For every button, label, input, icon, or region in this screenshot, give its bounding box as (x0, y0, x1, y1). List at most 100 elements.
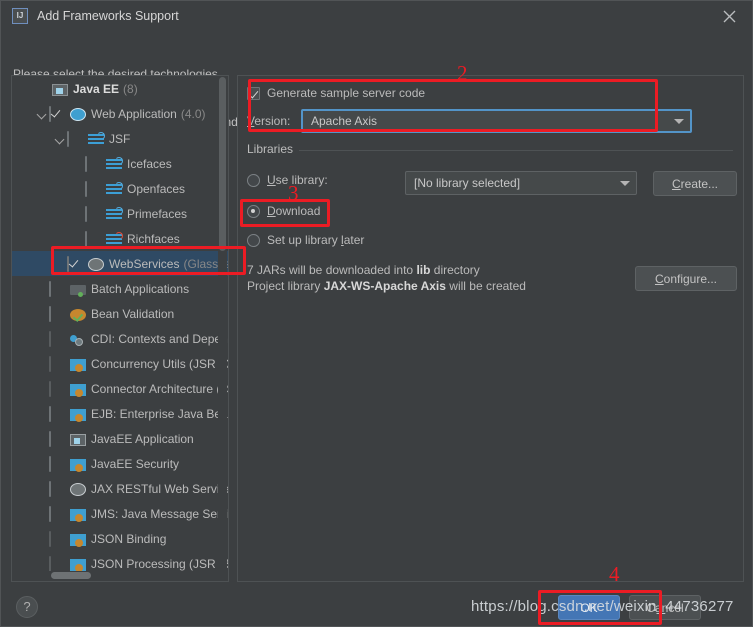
tree-item-javaee-application[interactable]: JavaEE Application (12, 426, 228, 451)
tree-checkbox[interactable] (49, 580, 51, 581)
tree-item-label: JAX RESTful Web Services (91, 481, 228, 496)
tree-item-jms-java-message-servic[interactable]: JMS: Java Message Servic (12, 501, 228, 526)
jsf-icon (106, 156, 123, 171)
tree-arrow-spacer (36, 507, 49, 520)
tree-item-primefaces[interactable]: Primefaces (12, 201, 228, 226)
tree-item-label: Batch Applications (91, 281, 190, 296)
tree-arrow-spacer (36, 432, 49, 445)
tree-arrow-spacer (72, 207, 85, 220)
tree-item-richfaces[interactable]: Richfaces (12, 226, 228, 251)
javaee-module-icon (52, 83, 68, 96)
tree-checkbox[interactable] (49, 355, 51, 372)
library-select-combobox[interactable]: [No library selected] (405, 171, 637, 195)
tree-arrow-spacer (36, 557, 49, 570)
tree-item-ejb-enterprise-java-bean[interactable]: EJB: Enterprise Java Bean (12, 401, 228, 426)
download-radio[interactable]: Download (247, 204, 320, 218)
version-value: Apache Axis (311, 114, 378, 128)
frameworks-tree[interactable]: Java EE (8) Web Application (4.0) JSF Iceface… (12, 76, 228, 581)
bean-validation-icon (70, 308, 86, 321)
cancel-button[interactable]: Cancel (629, 595, 701, 620)
tree-checkbox-slot (85, 230, 102, 247)
tree-item-java-ee[interactable]: Java EE (8) (12, 76, 228, 101)
tree-item-cdi-contexts-and-depend[interactable]: CDI: Contexts and Depend (12, 326, 228, 351)
tree-item-label: Openfaces (127, 181, 186, 196)
tree-arrow-spacer (36, 482, 49, 495)
javaee-application-icon (70, 433, 86, 446)
tree-item-openfaces[interactable]: Openfaces (12, 176, 228, 201)
tree-item-label: Java EE (73, 81, 120, 96)
info-line-1: 7 JARs will be downloaded into lib direc… (247, 263, 480, 277)
tree-checkbox[interactable] (49, 455, 51, 472)
tree-checkbox-slot (85, 180, 102, 197)
tree-checkbox[interactable] (85, 230, 87, 247)
close-icon[interactable] (706, 1, 752, 31)
tree-item-connector-architecture-js[interactable]: Connector Architecture (JS (12, 376, 228, 401)
use-library-radio[interactable]: Use library: (247, 173, 328, 187)
jsf-icon (88, 131, 105, 146)
framework-settings-panel: Generate sample server code Version: Apa… (237, 75, 744, 582)
tree-item-jax-restful-web-services[interactable]: JAX RESTful Web Services (12, 476, 228, 501)
tree-checkbox[interactable] (49, 280, 51, 297)
tree-checkbox[interactable] (49, 430, 51, 447)
tree-checkbox[interactable] (49, 530, 51, 547)
dialog-titlebar: IJ Add Frameworks Support (1, 1, 752, 31)
tree-item-label: Web Application (91, 106, 177, 121)
chevron-down-icon[interactable] (54, 132, 67, 145)
tree-checkbox[interactable] (67, 130, 69, 147)
frameworks-tree-panel[interactable]: Java EE (8) Web Application (4.0) JSF Iceface… (11, 75, 229, 582)
tree-checkbox-slot (49, 280, 66, 297)
tree-checkbox-slot (49, 305, 66, 322)
tree-checkbox-slot (85, 205, 102, 222)
chevron-down-icon[interactable] (36, 107, 49, 120)
tree-checkbox[interactable] (49, 330, 51, 347)
tree-item-label: Concurrency Utils (JSR 23 (91, 356, 228, 371)
tree-item-json-binding[interactable]: JSON Binding (12, 526, 228, 551)
configure-button[interactable]: Configure... (635, 266, 737, 291)
tree-checkbox[interactable] (85, 180, 87, 197)
create-button-label: Create... (671, 176, 719, 191)
setup-library-later-radio[interactable]: Set up library later (247, 233, 364, 247)
tree-item-concurrency-utils-jsr-23[interactable]: Concurrency Utils (JSR 23 (12, 351, 228, 376)
tree-checkbox-slot (85, 155, 102, 172)
tree-horizontal-scrollbar[interactable] (13, 571, 228, 580)
tree-arrow-spacer (72, 232, 85, 245)
jar-icon (70, 408, 86, 422)
tree-arrow-spacer (72, 157, 85, 170)
tree-checkbox[interactable] (49, 305, 51, 322)
tree-checkbox[interactable] (85, 205, 87, 222)
tree-item-web-application[interactable]: Web Application (4.0) (12, 101, 228, 126)
chevron-down-icon[interactable] (668, 118, 690, 124)
create-library-button[interactable]: Create... (653, 171, 737, 196)
tree-item-jsf[interactable]: JSF (12, 126, 228, 151)
tree-checkbox[interactable] (85, 155, 87, 172)
tree-vertical-scrollbar[interactable] (218, 77, 227, 571)
tree-checkbox-slot (49, 330, 66, 347)
chevron-down-icon[interactable] (614, 180, 636, 186)
tree-item-label: JavaEE Security (91, 456, 180, 471)
ok-button[interactable]: OK (558, 595, 620, 620)
tree-item-webservices[interactable]: WebServices(Glassfish (12, 251, 228, 276)
tree-item-icefaces[interactable]: Icefaces (12, 151, 228, 176)
tree-checkbox[interactable] (49, 505, 51, 522)
tree-item-label: Bean Validation (91, 306, 175, 321)
help-button[interactable]: ? (16, 596, 38, 618)
tree-checkbox-slot (49, 355, 66, 372)
tree-item-label: Primefaces (127, 206, 188, 221)
tree-checkbox[interactable] (49, 105, 51, 122)
tree-item-javaee-security[interactable]: JavaEE Security (12, 451, 228, 476)
jar-icon (70, 383, 86, 397)
tree-item-label: WebServices (109, 256, 180, 271)
tree-checkbox-slot (49, 405, 66, 422)
tree-checkbox[interactable] (49, 480, 51, 497)
tree-arrow-spacer (36, 407, 49, 420)
tree-checkbox[interactable] (49, 555, 51, 572)
tree-item-batch-applications[interactable]: Batch Applications (12, 276, 228, 301)
webservices-globe-icon (88, 257, 104, 271)
tree-item-bean-validation[interactable]: Bean Validation (12, 301, 228, 326)
version-combobox[interactable]: Apache Axis (301, 109, 692, 133)
tree-item-suffix: (4.0) (180, 106, 206, 121)
tree-checkbox[interactable] (49, 380, 51, 397)
tree-checkbox[interactable] (67, 255, 69, 272)
generate-sample-server-code-checkbox[interactable]: Generate sample server code (247, 86, 425, 100)
tree-checkbox[interactable] (49, 405, 51, 422)
